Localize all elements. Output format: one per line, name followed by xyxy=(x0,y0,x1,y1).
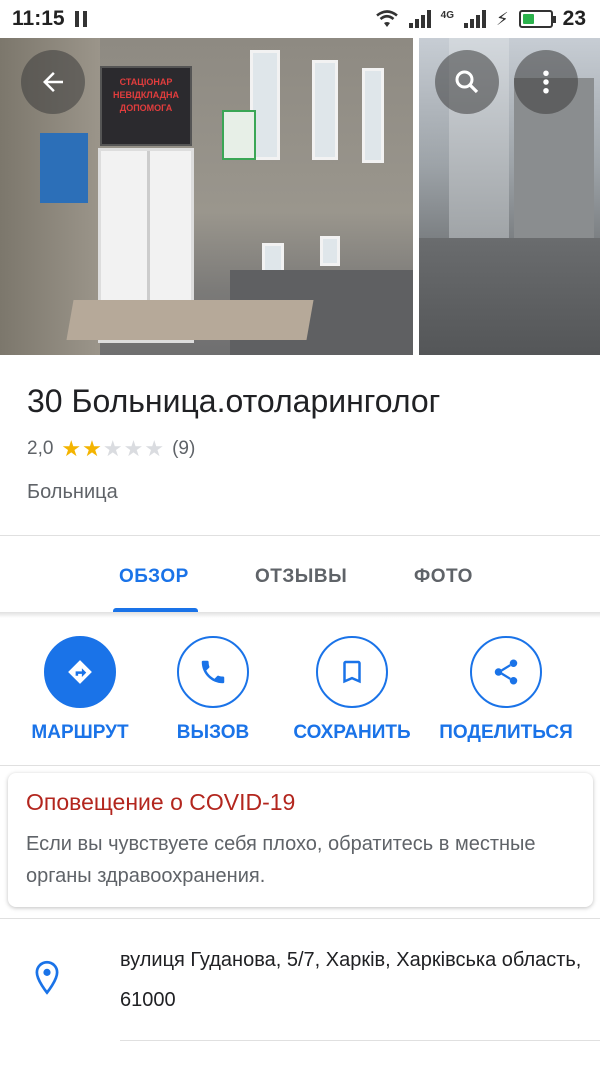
call-button[interactable]: ВЫЗОВ xyxy=(143,636,283,744)
star-icon: ★ xyxy=(123,436,144,461)
info-plaque xyxy=(40,133,88,203)
rating-row[interactable]: 2,0 ★ ★ ★ ★ ★ (9) xyxy=(27,438,195,460)
covid-alert-title: Оповещение о COVID-19 xyxy=(26,789,296,815)
rating-stars: ★ ★ ★ ★ ★ xyxy=(61,438,164,460)
more-vert-icon xyxy=(543,70,549,94)
share-icon xyxy=(494,659,518,685)
tab-reviews[interactable]: ОТЗЫВЫ xyxy=(255,566,347,588)
network-type: 4G xyxy=(440,9,454,21)
pause-icon xyxy=(74,11,87,27)
phone-icon xyxy=(201,660,225,684)
more-options-button[interactable] xyxy=(514,50,578,114)
save-label: СОХРАНИТЬ xyxy=(293,722,411,743)
tab-overview[interactable]: ОБЗОР xyxy=(119,566,189,588)
hospital-sign: СТАЦІОНАР НЕВІДКЛАДНА ДОПОМОГА xyxy=(100,66,192,146)
review-count: (9) xyxy=(172,438,196,459)
covid-alert-text: Если вы чувствуете себя плохо, обратитес… xyxy=(26,833,536,887)
battery-percent: 23 xyxy=(562,7,586,30)
search-button[interactable] xyxy=(435,50,499,114)
star-icon: ★ xyxy=(82,436,102,461)
search-icon xyxy=(455,70,479,94)
wifi-icon xyxy=(375,10,398,27)
location-pin-icon xyxy=(35,960,59,995)
share-button[interactable]: ПОДЕЛИТЬСЯ xyxy=(436,636,576,744)
tab-photos[interactable]: ФОТО xyxy=(414,566,473,588)
signal-icon-2 xyxy=(464,10,486,28)
call-label: ВЫЗОВ xyxy=(176,722,250,743)
place-category: Больница xyxy=(27,481,118,503)
photo-strip[interactable]: СТАЦІОНАР НЕВІДКЛАДНА ДОПОМОГА xyxy=(0,38,600,355)
divider xyxy=(0,918,600,919)
directions-label: МАРШРУТ xyxy=(31,722,129,743)
charging-icon: ⚡ xyxy=(496,8,509,29)
place-title: 30 Больница.отоларинголог xyxy=(27,383,441,419)
share-label: ПОДЕЛИТЬСЯ xyxy=(439,722,573,743)
save-button[interactable]: СОХРАНИТЬ xyxy=(282,636,422,744)
directions-icon xyxy=(68,660,92,684)
star-icon: ★ xyxy=(61,436,82,461)
star-icon: ★ xyxy=(144,436,165,461)
bookmark-icon xyxy=(343,660,361,684)
address-text: вулиця Гуданова, 5/7, Харків, Харківська… xyxy=(120,949,582,1011)
star-icon: ★ xyxy=(102,436,123,461)
signal-icon xyxy=(408,10,431,28)
covid-alert-card[interactable]: Оповещение о COVID-19 Если вы чувствуете… xyxy=(8,773,593,907)
arrow-back-icon xyxy=(43,72,63,92)
status-time: 11:15 xyxy=(12,7,65,30)
status-bar: 11:15 4G ⚡ 23 xyxy=(0,0,600,38)
green-sign xyxy=(222,110,256,160)
back-button[interactable] xyxy=(21,50,85,114)
directions-button[interactable]: МАРШРУТ xyxy=(10,636,150,744)
divider xyxy=(0,765,600,766)
divider xyxy=(120,1040,600,1041)
rating-value: 2,0 xyxy=(27,438,54,459)
tab-bar: ОБЗОР ОТЗЫВЫ ФОТО xyxy=(0,536,600,614)
battery-icon xyxy=(518,10,556,28)
